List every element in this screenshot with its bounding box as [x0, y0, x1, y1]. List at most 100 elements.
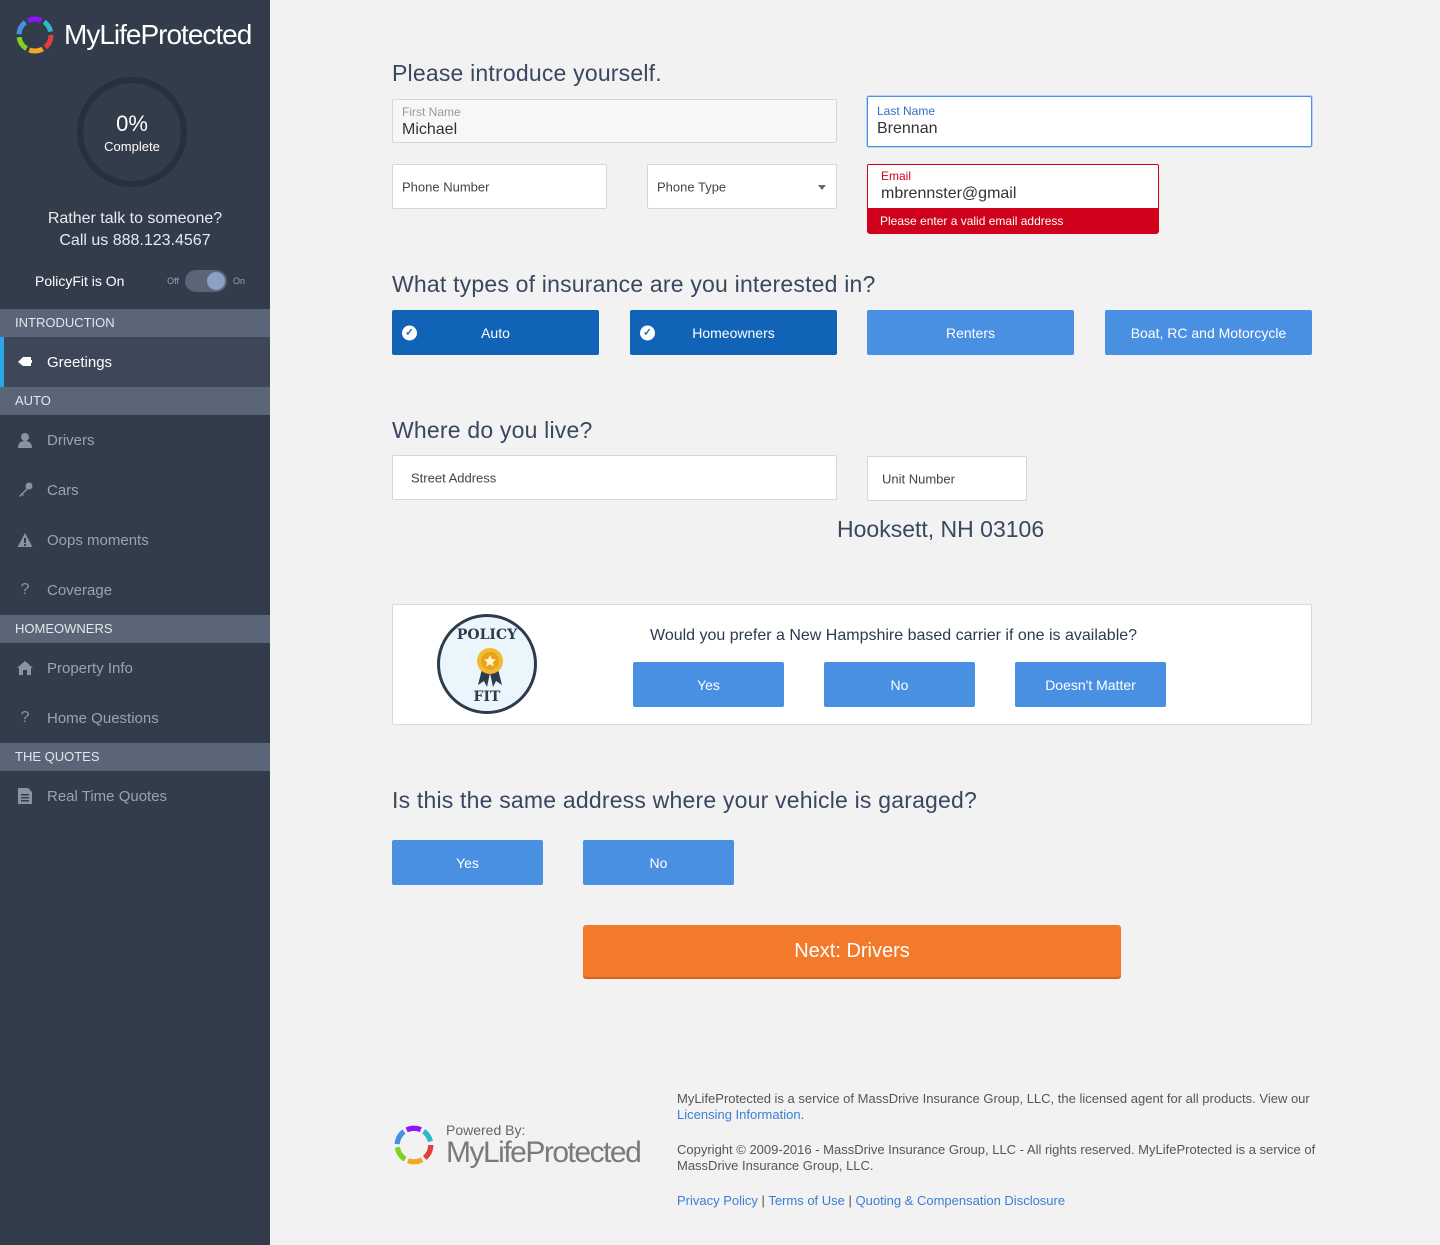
terms-of-use-link[interactable]: Terms of Use — [768, 1193, 845, 1208]
sidebar-item-home-questions[interactable]: ? Home Questions — [0, 693, 270, 743]
policyfit-label: PolicyFit is On — [35, 273, 125, 289]
sidebar-item-label: Property Info — [47, 659, 133, 677]
powered-by-logo: Powered By: MyLifeProtected — [392, 1122, 642, 1169]
button-label: No — [649, 854, 668, 871]
section-the-quotes: THE QUOTES — [0, 743, 270, 771]
button-label: Yes — [697, 676, 720, 693]
licensing-info-link[interactable]: Licensing Information — [677, 1107, 801, 1122]
phone-number-field[interactable]: Phone Number — [392, 164, 607, 209]
intro-heading: Please introduce yourself. — [392, 60, 662, 86]
footer-copyright: Copyright © 2009-2016 - MassDrive Insura… — [677, 1142, 1316, 1173]
sidebar-item-coverage[interactable]: ? Coverage — [0, 565, 270, 615]
policyfit-toggle[interactable] — [184, 270, 227, 292]
email-field[interactable]: Email mbrennster@gmail — [867, 164, 1159, 210]
phone-type-select[interactable]: Phone Type — [647, 164, 837, 209]
city-state-zip: Hooksett, NH 03106 — [837, 516, 1045, 542]
policyfit-toggle-row: PolicyFit is On Off On — [35, 270, 245, 292]
sidebar-item-drivers[interactable]: Drivers — [0, 415, 270, 465]
footer-service-note: MyLifeProtected is a service of MassDriv… — [677, 1091, 1317, 1123]
warning-icon — [15, 530, 35, 550]
email-label: Email — [881, 169, 912, 183]
insurance-option-auto[interactable]: ✓ Auto — [392, 310, 599, 355]
street-address-placeholder: Street Address — [411, 470, 497, 485]
logo-text: MyLifeProtected — [64, 19, 252, 50]
progress-label: Complete — [104, 138, 160, 154]
powered-by-text: Powered By: MyLifeProtected — [446, 1122, 642, 1169]
logo-ring-icon — [394, 1125, 434, 1165]
toggle-off-label: Off — [167, 276, 179, 286]
footer-links: Privacy Policy | Terms of Use | Quoting … — [677, 1193, 1317, 1209]
sidebar-item-cars[interactable]: Cars — [0, 465, 270, 515]
toggle-on-label: On — [232, 276, 245, 286]
section-auto: AUTO — [0, 387, 270, 415]
chevron-down-icon — [818, 185, 826, 190]
insurance-heading: What types of insurance are you interest… — [392, 271, 876, 297]
checkmark-icon: ✓ — [402, 325, 417, 340]
button-label: Doesn't Matter — [1045, 676, 1136, 693]
talk-prompt: Rather talk to someone? — [47, 210, 223, 227]
sidebar-item-label: Oops moments — [47, 531, 149, 549]
sidebar-item-label: Cars — [47, 481, 79, 499]
button-label: No — [890, 676, 909, 693]
medal-icon — [477, 648, 503, 687]
next-drivers-button[interactable]: Next: Drivers — [583, 925, 1121, 977]
insurance-option-renters[interactable]: Renters — [867, 310, 1074, 355]
insurance-option-label: Boat, RC and Motorcycle — [1130, 324, 1287, 341]
sidebar-item-label: Drivers — [47, 431, 95, 449]
sidebar-item-oops-moments[interactable]: Oops moments — [0, 515, 270, 565]
key-icon — [15, 480, 35, 500]
person-icon — [15, 430, 35, 450]
first-name-field[interactable]: First Name Michael — [392, 99, 837, 143]
hand-icon — [15, 352, 35, 372]
document-icon — [15, 786, 35, 806]
unit-number-placeholder: Unit Number — [882, 471, 955, 486]
sidebar-item-label: Greetings — [47, 353, 113, 371]
policyfit-badge-top: POLICY — [456, 627, 518, 643]
street-address-field[interactable]: Street Address — [392, 455, 837, 500]
contact-info: Rather talk to someone? Call us 888.123.… — [0, 208, 270, 252]
footer-line1-end: . — [800, 1107, 805, 1122]
question-icon: ? — [20, 581, 30, 598]
sidebar-item-label: Coverage — [47, 581, 113, 599]
policyfit-badge-bottom: FIT — [473, 689, 501, 705]
garage-yes-button[interactable]: Yes — [392, 840, 543, 885]
insurance-option-label: Homeowners — [692, 324, 775, 341]
sidebar-item-property-info[interactable]: Property Info — [0, 643, 270, 693]
section-homeowners: HOMEOWNERS — [0, 615, 270, 643]
sidebar-item-label: Real Time Quotes — [47, 787, 168, 805]
insurance-option-boat-rc-motorcycle[interactable]: Boat, RC and Motorcycle — [1105, 310, 1312, 355]
phone-type-placeholder: Phone Type — [657, 179, 727, 194]
logo[interactable]: MyLifeProtected — [14, 14, 252, 56]
sidebar-item-greetings[interactable]: Greetings — [0, 337, 270, 387]
garage-no-button[interactable]: No — [583, 840, 734, 885]
sidebar-item-real-time-quotes[interactable]: Real Time Quotes — [0, 771, 270, 821]
policyfit-badge: POLICY FIT — [437, 614, 537, 714]
last-name-field[interactable]: Last Name Brennan — [867, 96, 1312, 147]
carrier-no-button[interactable]: No — [824, 662, 975, 707]
section-introduction: INTRODUCTION — [0, 309, 270, 337]
sidebar: MyLifeProtected 0% Complete Rather talk … — [0, 0, 270, 1245]
footer-line1: MyLifeProtected is a service of MassDriv… — [677, 1091, 1310, 1106]
phone-line[interactable]: Call us 888.123.4567 — [0, 230, 270, 252]
insurance-option-label: Renters — [945, 324, 996, 341]
link-separator: | — [761, 1193, 765, 1208]
unit-number-field[interactable]: Unit Number — [867, 456, 1027, 501]
sidebar-item-label: Home Questions — [47, 709, 159, 727]
garage-heading: Is this the same address where your vehi… — [392, 787, 978, 813]
house-icon — [15, 658, 35, 678]
powered-by-brand: MyLifeProtected — [446, 1136, 642, 1169]
toggle-knob — [206, 272, 225, 290]
insurance-option-homeowners[interactable]: ✓ Homeowners — [630, 310, 837, 355]
checkmark-icon: ✓ — [640, 325, 655, 340]
email-error-message: Please enter a valid email address — [867, 208, 1159, 234]
insurance-option-label: Auto — [481, 324, 510, 341]
privacy-policy-link[interactable]: Privacy Policy — [677, 1193, 758, 1208]
logo-ring-icon — [16, 16, 54, 54]
quoting-compensation-link[interactable]: Quoting & Compensation Disclosure — [856, 1193, 1066, 1208]
carrier-doesnt-matter-button[interactable]: Doesn't Matter — [1015, 662, 1166, 707]
phone-number-placeholder: Phone Number — [402, 179, 490, 194]
button-label: Yes — [456, 854, 479, 871]
link-separator: | — [848, 1193, 852, 1208]
progress-percentage: 0% — [116, 110, 148, 136]
carrier-yes-button[interactable]: Yes — [633, 662, 784, 707]
